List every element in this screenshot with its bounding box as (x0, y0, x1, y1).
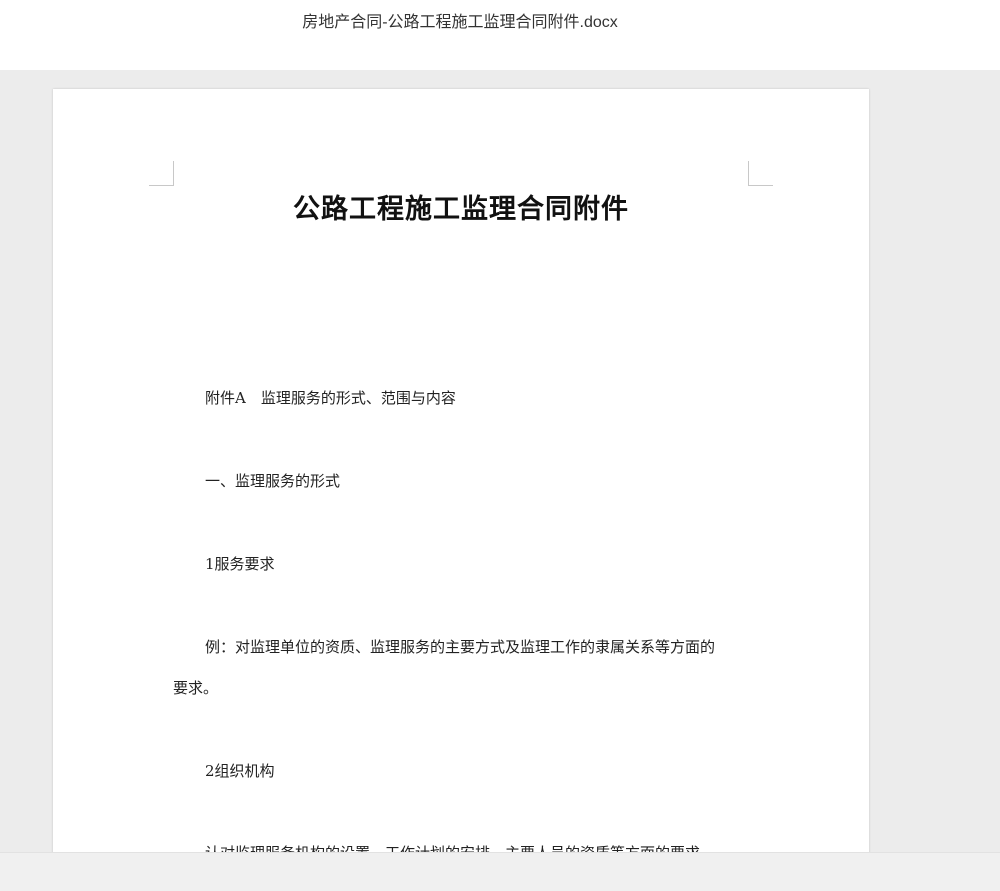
margin-corner-marker-right (748, 161, 773, 186)
paragraph-organization: 2组织机构 (205, 762, 275, 780)
bottom-toolbar (0, 852, 1000, 891)
paragraph-appendix-a: 附件A 监理服务的形式、范围与内容 (205, 389, 456, 407)
title-bar: 房地产合同-公路工程施工监理合同附件.docx (0, 0, 1000, 70)
paragraph-service-requirements: 1服务要求 (205, 555, 275, 573)
document-viewer[interactable]: 公路工程施工监理合同附件 附件A 监理服务的形式、范围与内容 一、监理服务的形式… (0, 70, 1000, 852)
margin-corner-marker-left (149, 161, 174, 186)
paragraph-example-line-2: 要求。 (173, 679, 219, 697)
document-heading: 公路工程施工监理合同附件 (293, 194, 629, 225)
paragraph-example-line-1: 例：对监理单位的资质、监理服务的主要方式及监理工作的隶属关系等方面的 (205, 638, 716, 656)
document-file-title: 房地产合同-公路工程施工监理合同附件.docx (302, 14, 618, 31)
paragraph-organization-detail: 认对监理服务机构的设置、工作计划的安排、主要人员的资质等方面的要求 (205, 842, 700, 852)
document-page: 公路工程施工监理合同附件 附件A 监理服务的形式、范围与内容 一、监理服务的形式… (53, 89, 869, 852)
paragraph-section-1: 一、监理服务的形式 (205, 472, 341, 490)
